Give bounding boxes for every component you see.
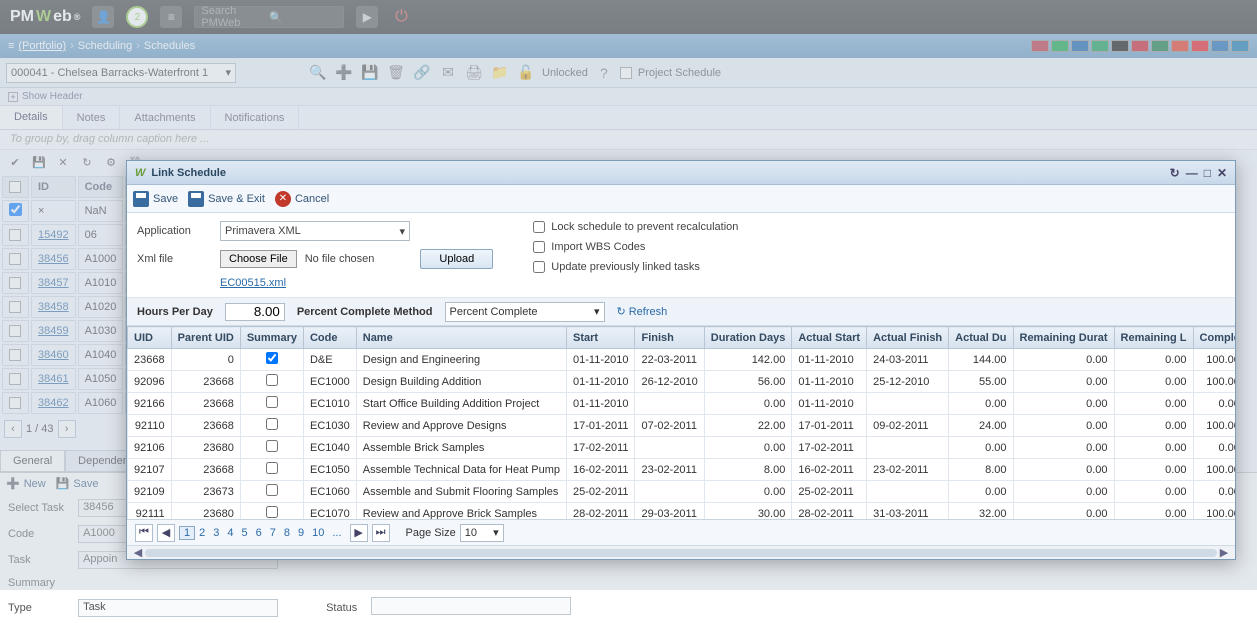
hours-per-day-label: Hours Per Day: [137, 306, 213, 318]
page-size-select[interactable]: 10▾: [460, 524, 504, 542]
type-field[interactable]: Task: [78, 599, 278, 617]
dialog-titlebar: W Link Schedule ↻ — □ ✕: [127, 161, 1235, 185]
dialog-title: Link Schedule: [151, 167, 226, 179]
page-number[interactable]: 8: [280, 527, 294, 539]
column-header[interactable]: Parent UID: [171, 327, 240, 349]
summary-checkbox[interactable]: [266, 374, 278, 386]
table-row[interactable]: 9210723668EC1050Assemble Technical Data …: [128, 459, 1236, 481]
column-header[interactable]: Complete: [1193, 327, 1235, 349]
page-number[interactable]: 5: [238, 527, 252, 539]
pager-next[interactable]: ▶: [350, 524, 368, 542]
application-label: Application: [137, 225, 212, 237]
schedule-grid: UIDParent UIDSummaryCodeNameStartFinishD…: [127, 326, 1235, 519]
lock-schedule-checkbox[interactable]: [533, 221, 545, 233]
close-icon[interactable]: ✕: [1217, 166, 1227, 180]
table-row[interactable]: 236680D&EDesign and Engineering01-11-201…: [128, 349, 1236, 371]
page-number[interactable]: 1: [179, 526, 195, 540]
column-header[interactable]: UID: [128, 327, 172, 349]
link-schedule-dialog: W Link Schedule ↻ — □ ✕ Save Save & Exit…: [126, 160, 1236, 560]
refresh-window-icon[interactable]: ↻: [1170, 166, 1180, 180]
grid-pager: ⏮ ◀ 12345678910... ▶ ⏭ Page Size 10▾: [127, 519, 1235, 545]
page-number[interactable]: 4: [223, 527, 237, 539]
import-wbs-checkbox[interactable]: [533, 241, 545, 253]
update-linked-checkbox[interactable]: [533, 261, 545, 273]
column-header[interactable]: Actual Finish: [867, 327, 949, 349]
table-row[interactable]: 9209623668EC1000Design Building Addition…: [128, 371, 1236, 393]
pct-method-select[interactable]: Percent Complete▾: [445, 302, 605, 322]
summary-checkbox[interactable]: [266, 418, 278, 430]
page-number[interactable]: 10: [308, 527, 328, 539]
refresh-button[interactable]: ↻Refresh: [617, 305, 668, 318]
dialog-toolbar: Save Save & Exit ✕Cancel: [127, 185, 1235, 213]
page-number[interactable]: 7: [266, 527, 280, 539]
pct-method-label: Percent Complete Method: [297, 306, 433, 318]
column-header[interactable]: Code: [303, 327, 356, 349]
uploaded-file-link[interactable]: EC00515.xml: [220, 277, 493, 289]
dialog-params: Hours Per Day Percent Complete Method Pe…: [127, 298, 1235, 326]
page-number[interactable]: 2: [195, 527, 209, 539]
pager-first[interactable]: ⏮: [135, 524, 153, 542]
summary-checkbox[interactable]: [266, 440, 278, 452]
minimize-icon[interactable]: —: [1186, 166, 1198, 180]
scroll-right-icon[interactable]: ▶: [1217, 546, 1231, 559]
column-header[interactable]: Remaining Durat: [1013, 327, 1114, 349]
page-number[interactable]: ...: [328, 527, 345, 539]
disk-exit-icon: [188, 191, 204, 207]
scroll-left-icon[interactable]: ◀: [131, 546, 145, 559]
page-number[interactable]: 6: [252, 527, 266, 539]
save-exit-button[interactable]: Save & Exit: [188, 191, 265, 207]
column-header[interactable]: Name: [356, 327, 566, 349]
chevron-down-icon: ▾: [493, 526, 499, 539]
chevron-down-icon: ▾: [594, 305, 600, 318]
summary-checkbox[interactable]: [266, 506, 278, 518]
hours-per-day-input[interactable]: [225, 303, 285, 321]
pager-prev[interactable]: ◀: [157, 524, 175, 542]
save-button[interactable]: Save: [133, 191, 178, 207]
summary-checkbox[interactable]: [266, 396, 278, 408]
table-row[interactable]: 9211023668EC1030Review and Approve Desig…: [128, 415, 1236, 437]
cancel-icon: ✕: [275, 191, 291, 207]
column-header[interactable]: Start: [567, 327, 635, 349]
table-row[interactable]: 9211123680EC1070Review and Approve Brick…: [128, 503, 1236, 520]
pager-last[interactable]: ⏭: [372, 524, 390, 542]
page-number[interactable]: 3: [209, 527, 223, 539]
no-file-label: No file chosen: [305, 253, 375, 265]
table-row[interactable]: 9210623680EC1040Assemble Brick Samples17…: [128, 437, 1236, 459]
xmlfile-label: Xml file: [137, 253, 212, 265]
horizontal-scrollbar[interactable]: ◀ ▶: [127, 545, 1235, 559]
refresh-icon: ↻: [617, 305, 626, 318]
scroll-track[interactable]: [145, 549, 1217, 557]
column-header[interactable]: Duration Days: [704, 327, 792, 349]
dialog-form: Application Primavera XML▾ Xml file Choo…: [127, 213, 1235, 298]
column-header[interactable]: Remaining L: [1114, 327, 1193, 349]
choose-file-button[interactable]: Choose File: [220, 250, 297, 268]
status-field[interactable]: [371, 597, 571, 615]
chevron-down-icon: ▾: [399, 225, 405, 238]
cancel-button[interactable]: ✕Cancel: [275, 191, 329, 207]
column-header[interactable]: Finish: [635, 327, 704, 349]
upload-button[interactable]: Upload: [420, 249, 493, 269]
table-row[interactable]: 9216623668EC1010Start Office Building Ad…: [128, 393, 1236, 415]
column-header[interactable]: Summary: [240, 327, 303, 349]
summary-checkbox[interactable]: [266, 462, 278, 474]
application-select[interactable]: Primavera XML▾: [220, 221, 410, 241]
page-size-label: Page Size: [406, 527, 456, 539]
maximize-icon[interactable]: □: [1204, 166, 1211, 180]
page-number[interactable]: 9: [294, 527, 308, 539]
summary-checkbox[interactable]: [266, 352, 278, 364]
disk-icon: [133, 191, 149, 207]
app-small-icon: W: [135, 167, 145, 179]
column-header[interactable]: Actual Du: [949, 327, 1013, 349]
table-row[interactable]: 9210923673EC1060Assemble and Submit Floo…: [128, 481, 1236, 503]
column-header[interactable]: Actual Start: [792, 327, 867, 349]
schedule-grid-wrapper: UIDParent UIDSummaryCodeNameStartFinishD…: [127, 326, 1235, 519]
summary-checkbox[interactable]: [266, 484, 278, 496]
